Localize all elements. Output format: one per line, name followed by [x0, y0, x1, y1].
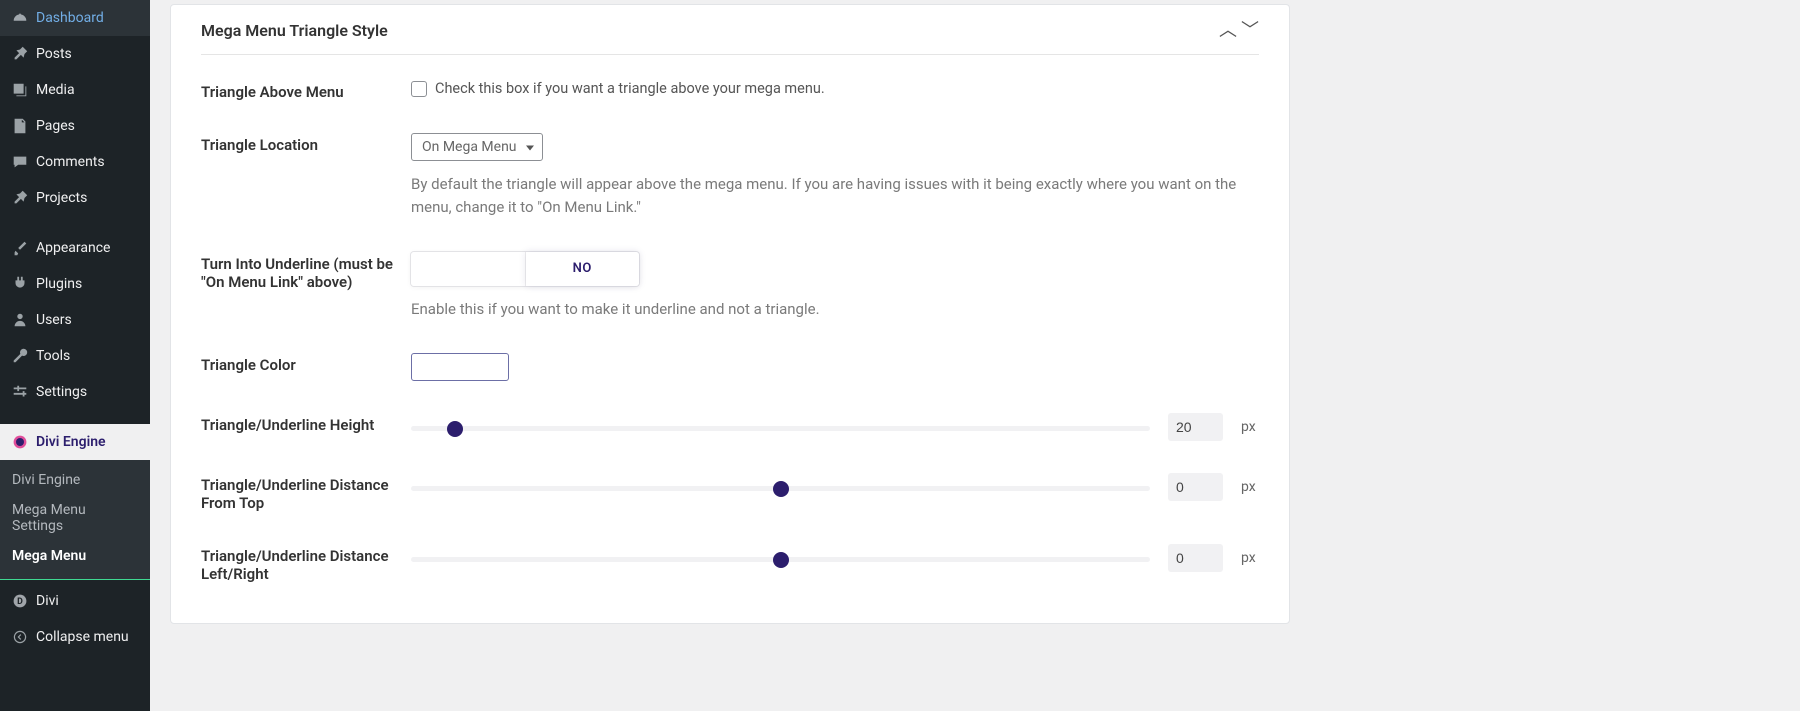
svg-text:D: D: [17, 597, 23, 607]
unit-dist-top: px: [1241, 479, 1259, 495]
sliders-icon: [10, 382, 30, 402]
comment-icon: [10, 152, 30, 172]
sidebar-item-tools[interactable]: Tools: [0, 338, 150, 374]
collapse-icon: [10, 627, 30, 647]
sidebar-item-label: Divi Engine: [36, 434, 106, 450]
toggle-underline: YES NO: [411, 252, 639, 286]
pushpin-icon: [10, 188, 30, 208]
chevron-up-icon[interactable]: ︿: [1219, 22, 1237, 40]
sidebar-item-dashboard[interactable]: Dashboard: [0, 0, 150, 36]
checkbox-triangle-above[interactable]: [411, 81, 427, 97]
sidebar-item-label: Dashboard: [36, 10, 104, 26]
panel-header: Mega Menu Triangle Style ︿ ﹀: [201, 5, 1259, 55]
label-dist-lr: Triangle/Underline Distance Left/Right: [201, 544, 411, 583]
sidebar-item-label: Plugins: [36, 276, 82, 292]
settings-panel: Mega Menu Triangle Style ︿ ﹀ Triangle Ab…: [170, 4, 1290, 624]
input-height-value[interactable]: [1168, 413, 1223, 441]
row-height: Triangle/Underline Height px: [201, 413, 1259, 441]
sidebar-item-label: Media: [36, 82, 75, 98]
slider-dist-top[interactable]: [411, 486, 1150, 491]
slider-thumb[interactable]: [773, 552, 789, 568]
sidebar-item-divi[interactable]: D Divi: [0, 583, 150, 619]
panel-chevron-group: ︿ ﹀: [1219, 22, 1259, 40]
slider-height[interactable]: [411, 426, 1150, 431]
slider-thumb[interactable]: [773, 481, 789, 497]
main-content: Mega Menu Triangle Style ︿ ﹀ Triangle Ab…: [150, 0, 1800, 711]
row-triangle-location: Triangle Location On Mega Menu By defaul…: [201, 133, 1259, 220]
sidebar-item-appearance[interactable]: Appearance: [0, 230, 150, 266]
row-triangle-color: Triangle Color: [201, 353, 1259, 381]
page-icon: [10, 116, 30, 136]
toggle-underline-yes[interactable]: YES: [411, 252, 526, 286]
slider-thumb[interactable]: [447, 421, 463, 437]
chevron-down-icon[interactable]: ﹀: [1241, 22, 1259, 40]
divi-icon: D: [10, 591, 30, 611]
sidebar-item-posts[interactable]: Posts: [0, 36, 150, 72]
sidebar-item-label: Comments: [36, 154, 105, 170]
input-dist-top-value[interactable]: [1168, 473, 1223, 501]
wrench-icon: [10, 346, 30, 366]
sidebar-item-users[interactable]: Users: [0, 302, 150, 338]
label-height: Triangle/Underline Height: [201, 413, 411, 434]
submenu-item-divi-engine[interactable]: Divi Engine: [0, 465, 150, 495]
label-underline: Turn Into Underline (must be "On Menu Li…: [201, 252, 411, 291]
toggle-underline-no[interactable]: NO: [526, 252, 640, 286]
divi-engine-icon: [10, 432, 30, 452]
user-icon: [10, 310, 30, 330]
checkbox-triangle-above-label: Check this box if you want a triangle ab…: [435, 80, 825, 97]
input-dist-lr-value[interactable]: [1168, 544, 1223, 572]
row-triangle-above: Triangle Above Menu Check this box if yo…: [201, 80, 1259, 101]
label-triangle-location: Triangle Location: [201, 133, 411, 154]
sidebar-item-label: Projects: [36, 190, 87, 206]
sidebar-item-label: Settings: [36, 384, 87, 400]
sidebar-item-media[interactable]: Media: [0, 72, 150, 108]
sidebar-item-pages[interactable]: Pages: [0, 108, 150, 144]
label-dist-top: Triangle/Underline Distance From Top: [201, 473, 411, 512]
row-dist-lr: Triangle/Underline Distance Left/Right p…: [201, 544, 1259, 583]
submenu-item-mega-menu[interactable]: Mega Menu: [0, 541, 150, 571]
select-triangle-location[interactable]: On Mega Menu: [411, 133, 543, 161]
row-dist-top: Triangle/Underline Distance From Top px: [201, 473, 1259, 512]
sidebar-item-label: Appearance: [36, 240, 110, 256]
sidebar-item-label: Pages: [36, 118, 75, 134]
help-triangle-location: By default the triangle will appear abov…: [411, 173, 1241, 220]
sidebar-item-comments[interactable]: Comments: [0, 144, 150, 180]
sidebar-item-label: Collapse menu: [36, 629, 129, 645]
sidebar-collapse[interactable]: Collapse menu: [0, 619, 150, 655]
unit-height: px: [1241, 419, 1259, 435]
unit-dist-lr: px: [1241, 550, 1259, 566]
label-triangle-color: Triangle Color: [201, 353, 411, 374]
slider-dist-lr[interactable]: [411, 557, 1150, 562]
select-value: On Mega Menu: [422, 139, 517, 155]
media-icon: [10, 80, 30, 100]
sidebar-item-divi-engine[interactable]: Divi Engine: [0, 424, 150, 460]
gauge-icon: [10, 8, 30, 28]
submenu-item-mega-menu-settings[interactable]: Mega Menu Settings: [0, 495, 150, 541]
sidebar-item-label: Tools: [36, 348, 70, 364]
sidebar-item-label: Users: [36, 312, 72, 328]
pushpin-icon: [10, 44, 30, 64]
label-triangle-above: Triangle Above Menu: [201, 80, 411, 101]
sidebar-item-settings[interactable]: Settings: [0, 374, 150, 410]
sidebar-item-plugins[interactable]: Plugins: [0, 266, 150, 302]
color-picker-triangle[interactable]: [411, 353, 509, 381]
sidebar-item-projects[interactable]: Projects: [0, 180, 150, 216]
plug-icon: [10, 274, 30, 294]
panel-title: Mega Menu Triangle Style: [201, 21, 388, 40]
sidebar-submenu: Divi Engine Mega Menu Settings Mega Menu: [0, 460, 150, 580]
row-underline: Turn Into Underline (must be "On Menu Li…: [201, 252, 1259, 321]
admin-sidebar: Dashboard Posts Media Pages Comments Pro…: [0, 0, 150, 711]
help-underline: Enable this if you want to make it under…: [411, 298, 1241, 321]
brush-icon: [10, 238, 30, 258]
sidebar-item-label: Posts: [36, 46, 72, 62]
sidebar-item-label: Divi: [36, 593, 59, 609]
